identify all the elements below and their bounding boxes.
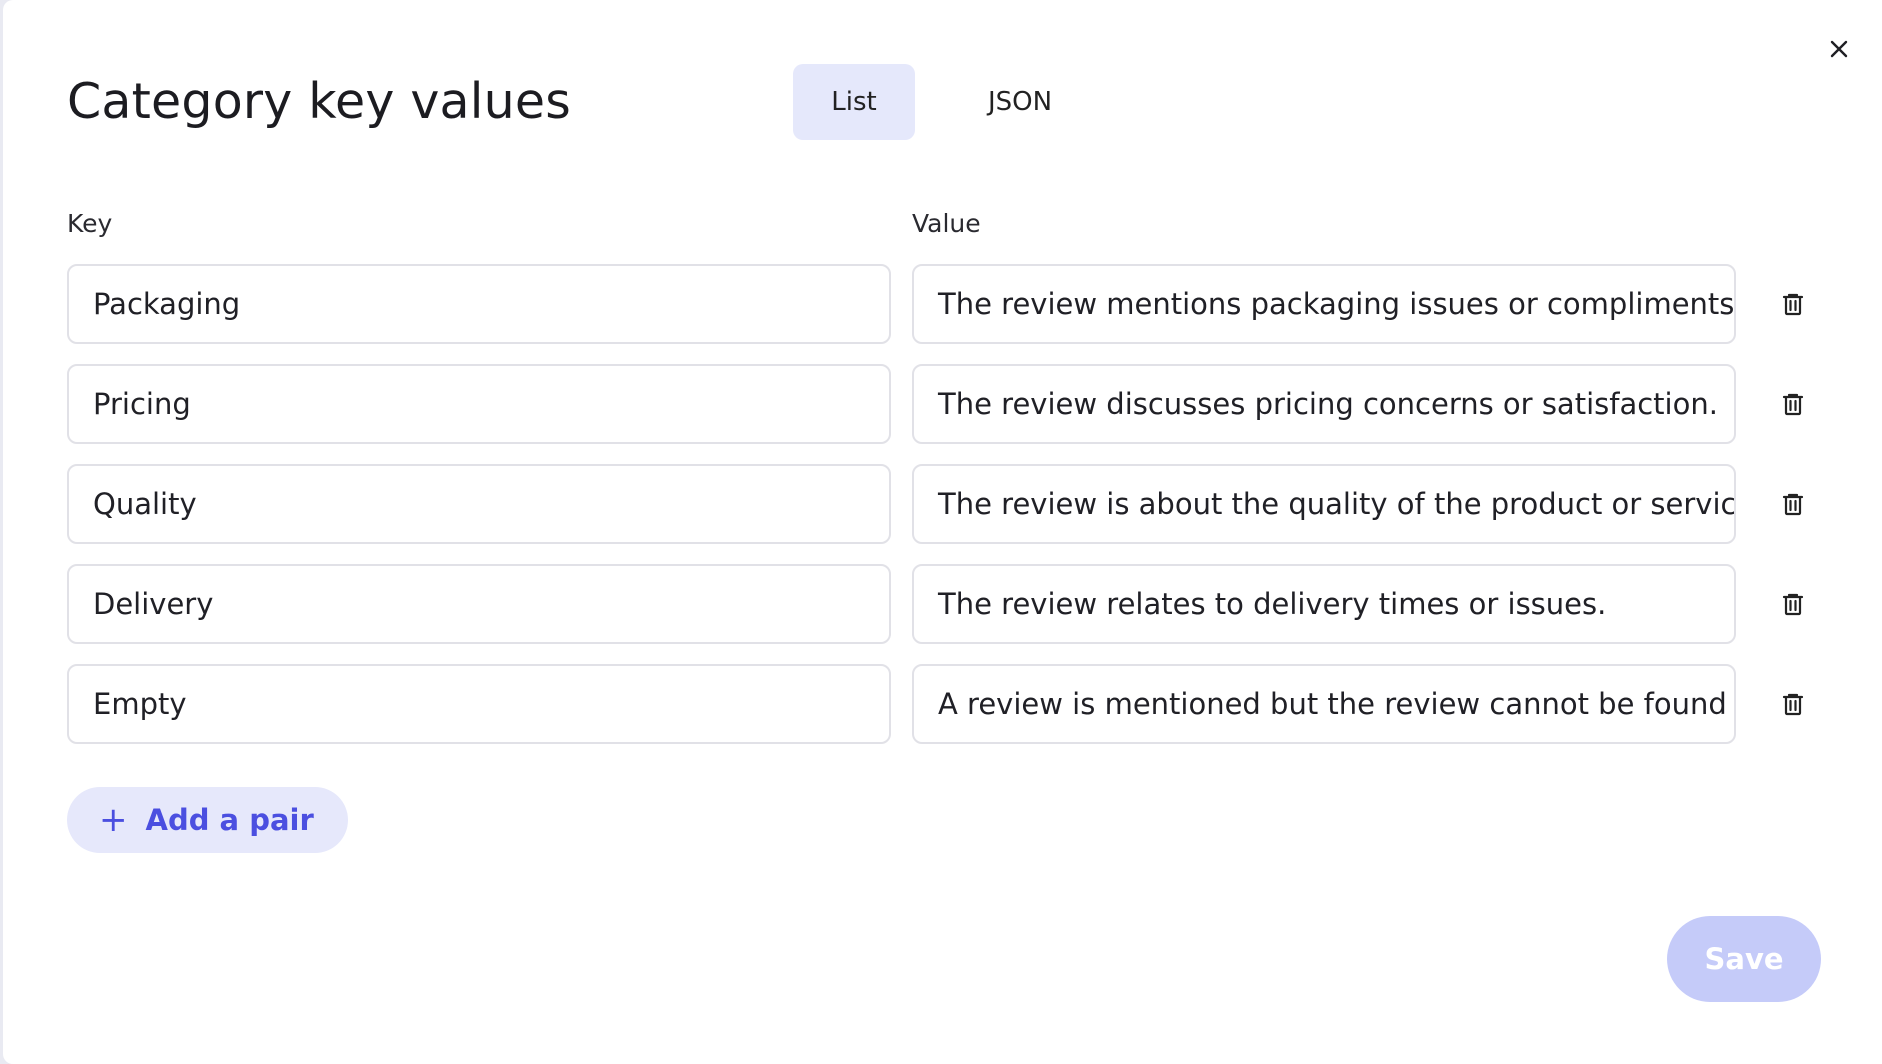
close-button[interactable] <box>1820 30 1858 68</box>
key-input[interactable]: Pricing <box>67 364 891 444</box>
key-input[interactable]: Quality <box>67 464 891 544</box>
view-tabs: List JSON <box>793 64 1081 140</box>
delete-pair-button[interactable] <box>1775 386 1811 422</box>
trash-icon <box>1782 393 1804 416</box>
key-input[interactable]: Packaging <box>67 264 891 344</box>
add-pair-button[interactable]: + Add a pair <box>67 787 348 853</box>
trash-icon <box>1782 693 1804 716</box>
value-input[interactable]: The review mentions packaging issues or … <box>912 264 1736 344</box>
add-pair-label: Add a pair <box>145 803 314 837</box>
pair-row: Delivery The review relates to delivery … <box>67 564 1827 644</box>
trash-icon <box>1782 493 1804 516</box>
pair-row: Pricing The review discusses pricing con… <box>67 364 1827 444</box>
value-input[interactable]: The review relates to delivery times or … <box>912 564 1736 644</box>
value-input[interactable]: The review discusses pricing concerns or… <box>912 364 1736 444</box>
close-icon <box>1830 40 1848 58</box>
category-key-values-dialog: Category key values List JSON Key Value … <box>3 0 1882 1064</box>
pair-row: Quality The review is about the quality … <box>67 464 1827 544</box>
trash-icon <box>1782 593 1804 616</box>
value-column-label: Value <box>912 209 981 238</box>
dialog-title: Category key values <box>67 73 571 130</box>
key-column-label: Key <box>67 209 113 238</box>
delete-pair-button[interactable] <box>1775 586 1811 622</box>
delete-pair-button[interactable] <box>1775 286 1811 322</box>
key-input[interactable]: Delivery <box>67 564 891 644</box>
delete-pair-button[interactable] <box>1775 486 1811 522</box>
pair-row: Empty A review is mentioned but the revi… <box>67 664 1827 744</box>
trash-icon <box>1782 293 1804 316</box>
key-input[interactable]: Empty <box>67 664 891 744</box>
pair-row: Packaging The review mentions packaging … <box>67 264 1827 344</box>
value-input[interactable]: A review is mentioned but the review can… <box>912 664 1736 744</box>
value-input[interactable]: The review is about the quality of the p… <box>912 464 1736 544</box>
tab-json[interactable]: JSON <box>959 64 1081 140</box>
save-button[interactable]: Save <box>1667 916 1821 1002</box>
delete-pair-button[interactable] <box>1775 686 1811 722</box>
plus-icon: + <box>99 800 128 840</box>
tab-list[interactable]: List <box>793 64 915 140</box>
